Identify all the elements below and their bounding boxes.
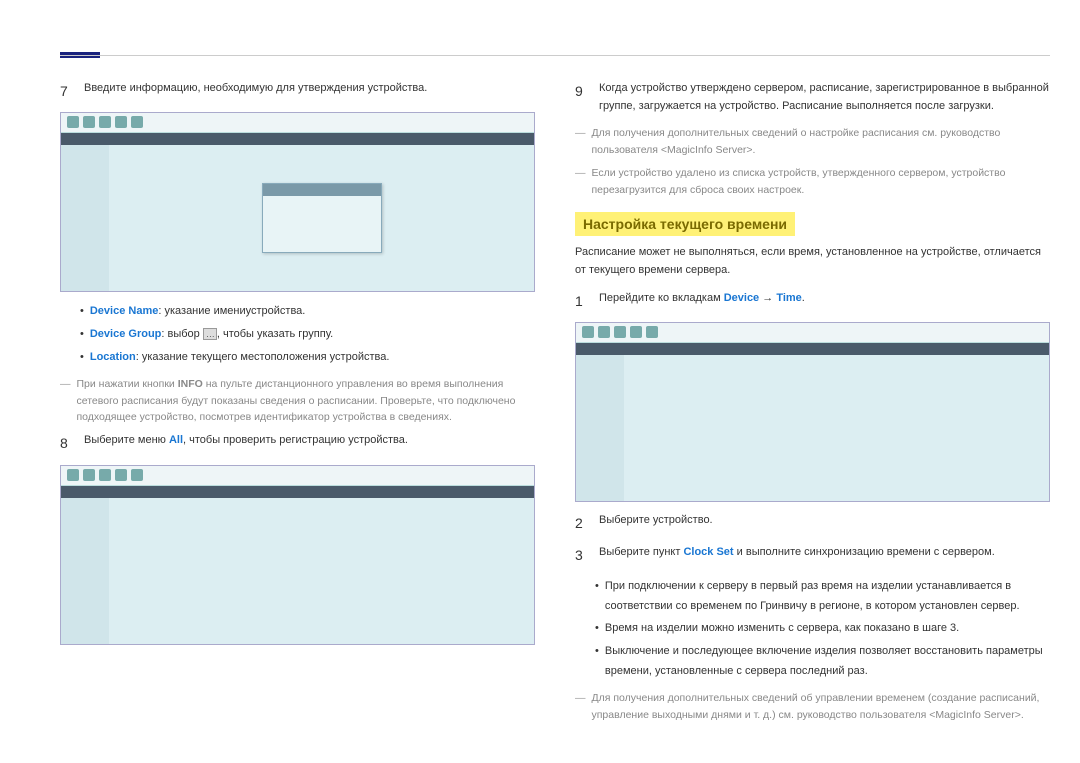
screenshot-sidebar (576, 355, 624, 501)
step-text: Выберите устройство. (599, 512, 1050, 534)
info-note: При нажатии кнопки INFO на пульте дистан… (60, 376, 535, 426)
step-9: 9 Когда устройство утверждено сервером, … (575, 80, 1050, 115)
section-title-time: Настройка текущего времени (575, 212, 795, 236)
bullet-gmt: При подключении к серверу в первый раз в… (595, 577, 1050, 617)
screenshot-sidebar (61, 498, 109, 644)
step-text: Выберите пункт Clock Set и выполните син… (599, 544, 1050, 566)
step-8: 8 Выберите меню All, чтобы проверить рег… (60, 432, 535, 454)
step-text: Перейдите ко вкладкам Device → Time. (599, 290, 1050, 312)
step-1: 1 Перейдите ко вкладкам Device → Time. (575, 290, 1050, 312)
step-2: 2 Выберите устройство. (575, 512, 1050, 534)
screenshot-sidebar (61, 145, 109, 291)
device-group-text-b: , чтобы указать группу. (217, 328, 333, 340)
step-text: Введите информацию, необходимую для утве… (84, 80, 535, 102)
step-number: 9 (575, 80, 589, 115)
bullet-power-cycle: Выключение и последующее включение издел… (595, 642, 1050, 682)
screenshot-content (109, 145, 534, 291)
info-prefix: При нажатии кнопки (77, 378, 178, 390)
info-key: INFO (178, 378, 203, 390)
screenshot-device-list (60, 465, 535, 645)
time-notes-bullets: При подключении к серверу в первый раз в… (595, 577, 1050, 682)
clock-set: Clock Set (683, 546, 733, 558)
notes-after-step9: Для получения дополнительных сведений о … (575, 125, 1050, 198)
step-text: Когда устройство утверждено сервером, ра… (599, 80, 1050, 115)
screenshot-topbar (576, 323, 1049, 343)
step-number: 2 (575, 512, 589, 534)
device-fields-list: Device Name: указание имениустройства. D… (80, 302, 535, 367)
bullet-location: Location: указание текущего местоположен… (80, 348, 535, 368)
step-3: 3 Выберите пункт Clock Set и выполните с… (575, 544, 1050, 566)
device-name-label: Device Name (90, 305, 159, 317)
screenshot-toolbar (61, 486, 534, 498)
bullet-change-server: Время на изделии можно изменить с сервер… (595, 619, 1050, 639)
screenshot-topbar (61, 113, 534, 133)
step-number: 7 (60, 80, 74, 102)
note-time-mgmt: Для получения дополнительных сведений об… (575, 690, 1050, 724)
note-magicinfo: Для получения дополнительных сведений о … (575, 125, 1050, 159)
screenshot-approve-dialog (60, 112, 535, 292)
step-7: 7 Введите информацию, необходимую для ут… (60, 80, 535, 102)
left-column: 7 Введите информацию, необходимую для ут… (60, 80, 535, 729)
tab-device: Device (724, 292, 759, 304)
device-group-label: Device Group (90, 328, 162, 340)
page-columns: 7 Введите информацию, необходимую для ут… (60, 80, 1050, 729)
bullet-device-name: Device Name: указание имениустройства. (80, 302, 535, 322)
step-number: 3 (575, 544, 589, 566)
screenshot-content (624, 355, 1049, 501)
step-number: 1 (575, 290, 589, 312)
browse-icon (203, 328, 217, 340)
time-management-note: Для получения дополнительных сведений об… (575, 690, 1050, 724)
right-column: 9 Когда устройство утверждено сервером, … (575, 80, 1050, 729)
step-number: 8 (60, 432, 74, 454)
device-group-text-a: : выбор (161, 328, 202, 340)
screenshot-topbar (61, 466, 534, 486)
approve-dialog (262, 183, 382, 253)
screenshot-content (109, 498, 534, 644)
bullet-device-group: Device Group: выбор , чтобы указать груп… (80, 325, 535, 345)
device-name-text: : указание имениустройства. (158, 305, 305, 317)
screenshot-toolbar (61, 133, 534, 145)
note-device-removed: Если устройство удалено из списка устрой… (575, 165, 1050, 199)
location-label: Location (90, 351, 136, 363)
info-note-list: При нажатии кнопки INFO на пульте дистан… (60, 376, 535, 426)
screenshot-time-tab (575, 322, 1050, 502)
screenshot-toolbar (576, 343, 1049, 355)
location-text: : указание текущего местоположения устро… (136, 351, 390, 363)
all-menu: All (169, 434, 183, 446)
step-text: Выберите меню All, чтобы проверить регис… (84, 432, 535, 454)
tab-time: Time (776, 292, 801, 304)
section-desc: Расписание может не выполняться, если вр… (575, 244, 1050, 279)
